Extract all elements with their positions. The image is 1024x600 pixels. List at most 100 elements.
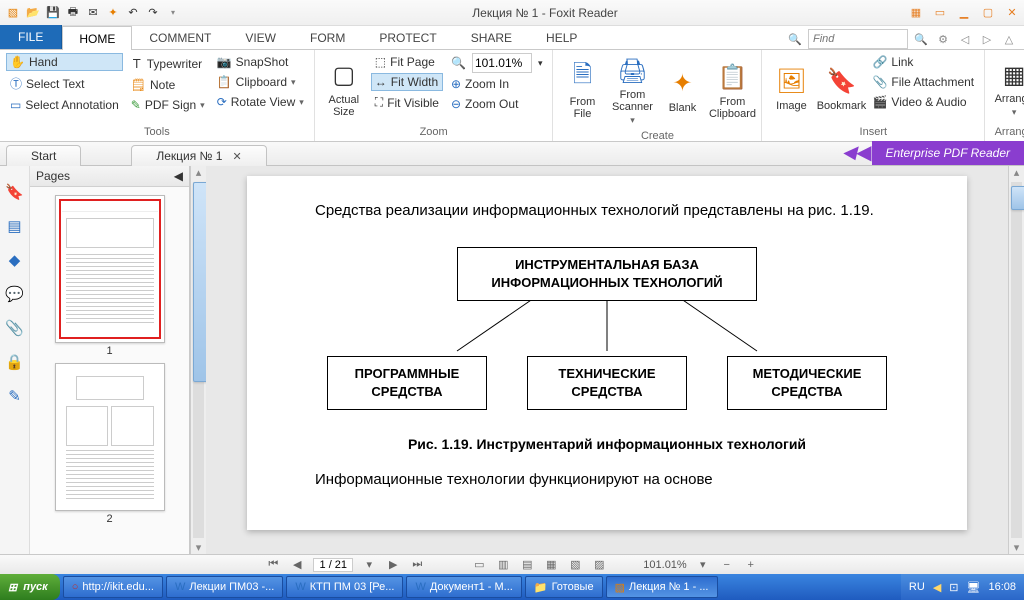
status-zoom-dropdown-icon[interactable]: ▾ xyxy=(695,558,711,571)
tray-icon-2[interactable]: ⊡ xyxy=(949,581,958,594)
taskbar-item-1[interactable]: WЛекции ПМ03 -... xyxy=(166,576,283,598)
tab-comment[interactable]: COMMENT xyxy=(132,25,228,49)
file-tab[interactable]: FILE xyxy=(0,25,62,49)
pdf-sign-tool[interactable]: ✎PDF Sign xyxy=(127,96,209,114)
maximize-icon[interactable]: ▢ xyxy=(980,6,996,20)
tab-form[interactable]: FORM xyxy=(293,25,362,49)
skin-icon[interactable]: ▦ xyxy=(908,6,924,20)
from-file-button[interactable]: 🗎From File xyxy=(559,53,605,128)
enterprise-banner[interactable]: Enterprise PDF Reader xyxy=(872,141,1024,165)
last-page-icon[interactable]: ⏭ xyxy=(409,558,425,571)
undo-icon[interactable]: ↶ xyxy=(124,4,142,22)
view-mode-5-icon[interactable]: ▧ xyxy=(567,558,583,571)
from-clipboard-button[interactable]: 📋From Clipboard xyxy=(709,53,755,128)
language-indicator[interactable]: RU xyxy=(909,581,925,593)
minimize-ribbon-icon[interactable]: ▭ xyxy=(932,6,948,20)
fit-visible-button[interactable]: ⛶Fit Visible xyxy=(371,93,443,112)
start-button[interactable]: ⊞пуск xyxy=(0,574,60,600)
view-mode-4-icon[interactable]: ▦ xyxy=(543,558,559,571)
signatures-panel-icon[interactable]: ✎ xyxy=(5,386,25,406)
nav-next-icon[interactable]: ▷ xyxy=(978,30,996,48)
doc-tab-close-icon[interactable]: ✕ xyxy=(232,150,241,163)
view-mode-3-icon[interactable]: ▤ xyxy=(519,558,535,571)
fit-page-button[interactable]: ⬚Fit Page xyxy=(371,53,443,71)
view-mode-6-icon[interactable]: ▨ xyxy=(591,558,607,571)
redo-icon[interactable]: ↷ xyxy=(144,4,162,22)
taskbar-item-0[interactable]: ○http://ikit.edu... xyxy=(63,576,163,598)
pages-panel-icon[interactable]: ▤ xyxy=(5,216,25,236)
clipboard-tool[interactable]: 📋Clipboard xyxy=(213,73,308,91)
hand-tool[interactable]: ✋Hand xyxy=(6,53,123,71)
tray-icon-1[interactable]: ◀ xyxy=(933,581,941,594)
view-mode-1-icon[interactable]: ▭ xyxy=(471,558,487,571)
from-scanner-button[interactable]: 🖨From Scanner xyxy=(609,53,655,128)
document-scrollbar[interactable]: ▴ ▾ xyxy=(1008,166,1024,554)
page-number-input[interactable] xyxy=(313,558,353,572)
bookmark-button[interactable]: 🔖Bookmark xyxy=(818,53,864,124)
settings-icon[interactable]: ⚙ xyxy=(934,30,952,48)
link-button[interactable]: 🔗Link xyxy=(868,53,978,71)
view-mode-2-icon[interactable]: ▥ xyxy=(495,558,511,571)
tab-protect[interactable]: PROTECT xyxy=(362,25,453,49)
comments-panel-icon[interactable]: 💬 xyxy=(5,284,25,304)
rotate-view-tool[interactable]: ⟳Rotate View xyxy=(213,93,308,111)
taskbar-item-2[interactable]: WКТП ПМ 03 [Ре... xyxy=(286,576,403,598)
select-text-tool[interactable]: ⓉSelect Text xyxy=(6,73,123,94)
tab-home[interactable]: HOME xyxy=(62,26,132,50)
actual-size-button[interactable]: ▢Actual Size xyxy=(321,53,367,124)
blank-button[interactable]: ✦Blank xyxy=(659,53,705,128)
find-go-icon[interactable]: 🔍 xyxy=(912,30,930,48)
arrange-button[interactable]: ▦Arrange xyxy=(991,53,1024,124)
zoom-out-button[interactable]: ⊖Zoom Out xyxy=(447,95,546,113)
layers-panel-icon[interactable]: ◆ xyxy=(5,250,25,270)
typewriter-tool[interactable]: ＴTypewriter xyxy=(127,53,209,74)
ribbon-collapse-icon[interactable]: △ xyxy=(1000,30,1018,48)
tab-help[interactable]: HELP xyxy=(529,25,594,49)
security-panel-icon[interactable]: 🔒 xyxy=(5,352,25,372)
minimize-icon[interactable]: ▁ xyxy=(956,6,972,20)
select-annotation-tool[interactable]: ▭Select Annotation xyxy=(6,96,123,114)
doc-tab-start[interactable]: Start xyxy=(6,145,81,166)
thumbnail-page-1[interactable] xyxy=(55,195,165,343)
zoom-value-input[interactable] xyxy=(472,53,532,73)
document-view[interactable]: Средства реализации информационных техно… xyxy=(206,166,1008,554)
next-page-icon[interactable]: ▶ xyxy=(385,558,401,571)
zoom-out-mag-icon[interactable]: 🔍 xyxy=(447,53,470,73)
status-zoom-in-icon[interactable]: + xyxy=(743,559,759,571)
zoom-in-button[interactable]: ⊕Zoom In xyxy=(447,75,546,93)
print-icon[interactable]: 🖶 xyxy=(64,4,82,22)
doc-tab-current[interactable]: Лекция № 1✕ xyxy=(131,145,266,166)
panel-scrollbar[interactable]: ▴ ▾ xyxy=(190,166,206,554)
find-input[interactable] xyxy=(808,29,908,49)
attachments-panel-icon[interactable]: 📎 xyxy=(5,318,25,338)
first-page-icon[interactable]: ⏮ xyxy=(265,558,281,571)
fit-width-button[interactable]: ↔Fit Width xyxy=(371,73,443,91)
close-icon[interactable]: ✕ xyxy=(1004,6,1020,20)
prev-page-icon[interactable]: ◀ xyxy=(289,558,305,571)
nav-prev-icon[interactable]: ◁ xyxy=(956,30,974,48)
snapshot-tool[interactable]: 📷SnapShot xyxy=(213,53,308,71)
find-tool-icon[interactable]: 🔍 xyxy=(786,30,804,48)
taskbar-item-4[interactable]: 📁Готовые xyxy=(525,576,603,598)
clock[interactable]: 16:08 xyxy=(988,581,1016,593)
tab-share[interactable]: SHARE xyxy=(454,25,529,49)
taskbar-item-3[interactable]: WДокумент1 - M... xyxy=(406,576,521,598)
taskbar-item-5[interactable]: ▧Лекция № 1 - ... xyxy=(606,576,718,598)
open-icon[interactable]: 📂 xyxy=(24,4,42,22)
panel-collapse-icon[interactable]: ◀ xyxy=(174,169,183,183)
video-audio-button[interactable]: 🎬Video & Audio xyxy=(868,93,978,111)
new-icon[interactable]: ✦ xyxy=(104,4,122,22)
tab-view[interactable]: VIEW xyxy=(228,25,293,49)
page-dropdown-icon[interactable]: ▾ xyxy=(361,558,377,571)
qat-more-icon[interactable]: ▾ xyxy=(164,4,182,22)
bookmark-panel-icon[interactable]: 🔖 xyxy=(5,182,25,202)
save-icon[interactable]: 💾 xyxy=(44,4,62,22)
email-icon[interactable]: ✉ xyxy=(84,4,102,22)
image-button[interactable]: 🖼Image xyxy=(768,53,814,124)
status-zoom-out-icon[interactable]: − xyxy=(719,559,735,571)
note-tool[interactable]: 🗒Note xyxy=(127,76,209,94)
tray-icon-3[interactable]: 🖥 xyxy=(967,581,981,594)
zoom-dropdown-icon[interactable]: ▾ xyxy=(534,53,547,73)
file-attachment-button[interactable]: 📎File Attachment xyxy=(868,73,978,91)
thumbnail-page-2[interactable] xyxy=(55,363,165,511)
